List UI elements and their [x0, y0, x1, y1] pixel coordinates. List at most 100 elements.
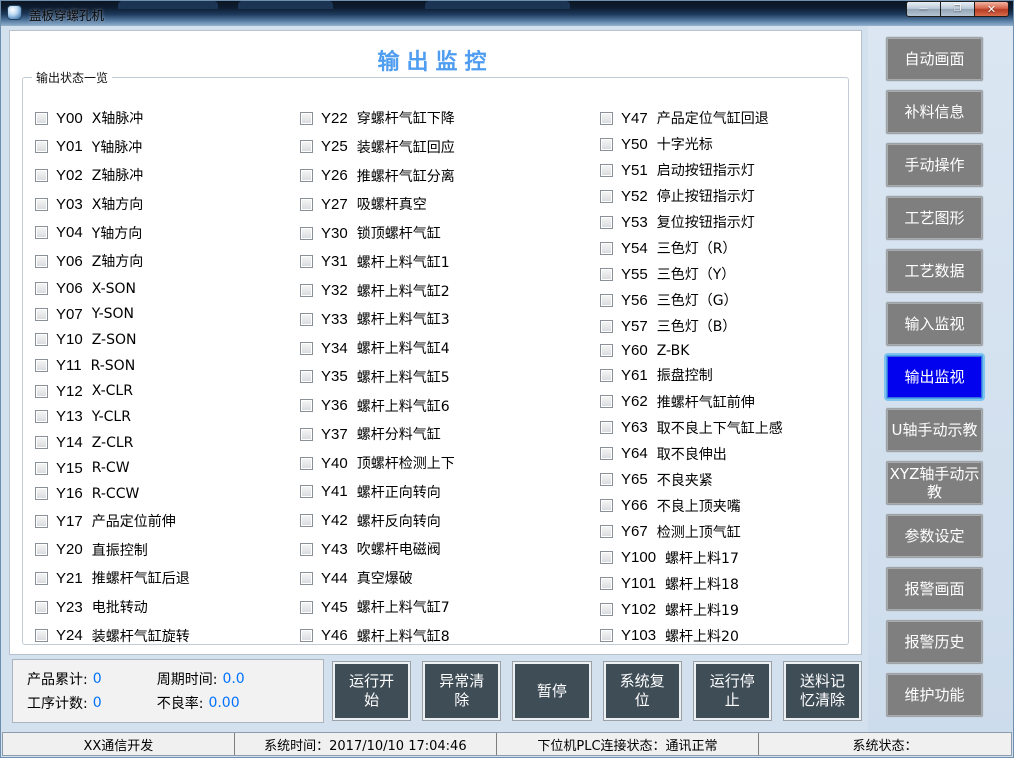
output-checkbox[interactable] [600, 603, 613, 616]
nav-button[interactable]: 手动操作 [886, 143, 983, 187]
output-checkbox[interactable] [35, 169, 48, 182]
command-button[interactable]: 运行开始 [333, 662, 410, 720]
output-label: 螺杆上料17 [665, 548, 739, 568]
output-checkbox[interactable] [35, 308, 48, 321]
output-checkbox[interactable] [300, 428, 313, 441]
output-checkbox[interactable] [600, 447, 613, 460]
status-system-state: 系统状态： [759, 733, 1011, 755]
output-label: 三色灯（R） [657, 238, 737, 258]
output-checkbox[interactable] [600, 242, 613, 255]
output-checkbox[interactable] [300, 457, 313, 470]
output-checkbox[interactable] [35, 601, 48, 614]
output-checkbox[interactable] [300, 629, 313, 642]
output-label: 直振控制 [92, 540, 148, 560]
output-checkbox[interactable] [600, 421, 613, 434]
output-checkbox[interactable] [300, 485, 313, 498]
output-row: Y27 吸螺杆真空 [300, 194, 590, 214]
output-checkbox[interactable] [600, 112, 613, 125]
command-button[interactable]: 系统复位 [604, 662, 681, 720]
output-checkbox[interactable] [35, 198, 48, 211]
output-checkbox[interactable] [35, 255, 48, 268]
output-checkbox[interactable] [600, 629, 613, 642]
output-checkbox[interactable] [600, 577, 613, 590]
command-button[interactable]: 异常清除 [423, 662, 500, 720]
output-checkbox[interactable] [300, 140, 313, 153]
output-checkbox[interactable] [35, 487, 48, 500]
nav-button[interactable]: 参数设定 [886, 514, 983, 558]
output-checkbox[interactable] [600, 344, 613, 357]
output-checkbox[interactable] [300, 342, 313, 355]
output-checkbox[interactable] [35, 226, 48, 239]
output-code: Y41 [321, 483, 348, 500]
output-checkbox[interactable] [300, 514, 313, 527]
nav-button[interactable]: 输出监视 [886, 355, 983, 399]
output-checkbox[interactable] [35, 515, 48, 528]
nav-button[interactable]: XYZ轴手动示教 [886, 461, 983, 505]
output-checkbox[interactable] [35, 543, 48, 556]
output-checkbox[interactable] [35, 436, 48, 449]
output-checkbox[interactable] [35, 629, 48, 642]
output-checkbox[interactable] [300, 112, 313, 125]
nav-button[interactable]: 维护功能 [886, 673, 983, 717]
nav-button[interactable]: 自动画面 [886, 37, 983, 81]
nav-button[interactable]: 报警历史 [886, 620, 983, 664]
output-status-groupbox: 输出状态一览 Y00 X轴脉冲 Y01 Y轴脉冲 Y02 Z [22, 77, 849, 645]
stat-label: 周期时间: [157, 669, 218, 689]
output-row: Y63 取不良上下气缸上感 [600, 418, 845, 438]
minimize-button[interactable]: — [906, 1, 941, 17]
nav-button[interactable]: 工艺数据 [886, 249, 983, 293]
output-checkbox[interactable] [35, 410, 48, 423]
output-checkbox[interactable] [600, 216, 613, 229]
output-checkbox[interactable] [600, 164, 613, 177]
output-checkbox[interactable] [300, 198, 313, 211]
output-checkbox[interactable] [600, 369, 613, 382]
output-checkbox[interactable] [35, 140, 48, 153]
output-checkbox[interactable] [35, 572, 48, 585]
output-checkbox[interactable] [35, 462, 48, 475]
output-checkbox[interactable] [600, 268, 613, 281]
close-button[interactable]: ✕ [974, 1, 1009, 17]
output-checkbox[interactable] [300, 572, 313, 585]
output-checkbox[interactable] [35, 359, 48, 372]
output-checkbox[interactable] [600, 499, 613, 512]
output-checkbox[interactable] [300, 601, 313, 614]
output-row: Y50 十字光标 [600, 134, 845, 154]
output-checkbox[interactable] [600, 395, 613, 408]
output-label: 螺杆上料19 [665, 600, 739, 620]
output-checkbox[interactable] [300, 169, 313, 182]
output-row: Y34 螺杆上料气缸4 [300, 338, 590, 358]
command-button[interactable]: 运行停止 [694, 662, 771, 720]
command-button[interactable]: 送料记忆清除 [784, 662, 861, 720]
main-panel: 输出监控 输出状态一览 Y00 X轴脉冲 Y01 Y轴脉冲 Y0 [9, 30, 862, 655]
output-row: Y100 螺杆上料17 [600, 548, 845, 568]
output-checkbox[interactable] [600, 190, 613, 203]
output-checkbox[interactable] [300, 399, 313, 412]
output-checkbox[interactable] [35, 385, 48, 398]
output-checkbox[interactable] [600, 294, 613, 307]
output-checkbox[interactable] [35, 282, 48, 295]
command-button[interactable]: 暂停 [513, 662, 590, 720]
maximize-button[interactable]: ❐ [940, 1, 975, 17]
output-checkbox[interactable] [35, 333, 48, 346]
output-checkbox[interactable] [300, 227, 313, 240]
output-row: Y56 三色灯（G） [600, 290, 845, 310]
output-checkbox[interactable] [600, 473, 613, 486]
nav-button[interactable]: 工艺图形 [886, 196, 983, 240]
output-row: Y32 螺杆上料气缸2 [300, 281, 590, 301]
nav-button[interactable]: 报警画面 [886, 567, 983, 611]
output-row: Y16 R-CCW [35, 485, 290, 502]
nav-button[interactable]: U轴手动示教 [886, 408, 983, 452]
output-checkbox[interactable] [600, 138, 613, 151]
output-row: Y30 锁顶螺杆气缸 [300, 223, 590, 243]
output-checkbox[interactable] [600, 551, 613, 564]
output-checkbox[interactable] [600, 320, 613, 333]
output-checkbox[interactable] [300, 370, 313, 383]
output-checkbox[interactable] [300, 313, 313, 326]
nav-button[interactable]: 补料信息 [886, 90, 983, 134]
output-checkbox[interactable] [300, 543, 313, 556]
output-checkbox[interactable] [600, 525, 613, 538]
output-checkbox[interactable] [35, 112, 48, 125]
nav-button[interactable]: 输入监视 [886, 302, 983, 346]
output-checkbox[interactable] [300, 255, 313, 268]
output-checkbox[interactable] [300, 284, 313, 297]
